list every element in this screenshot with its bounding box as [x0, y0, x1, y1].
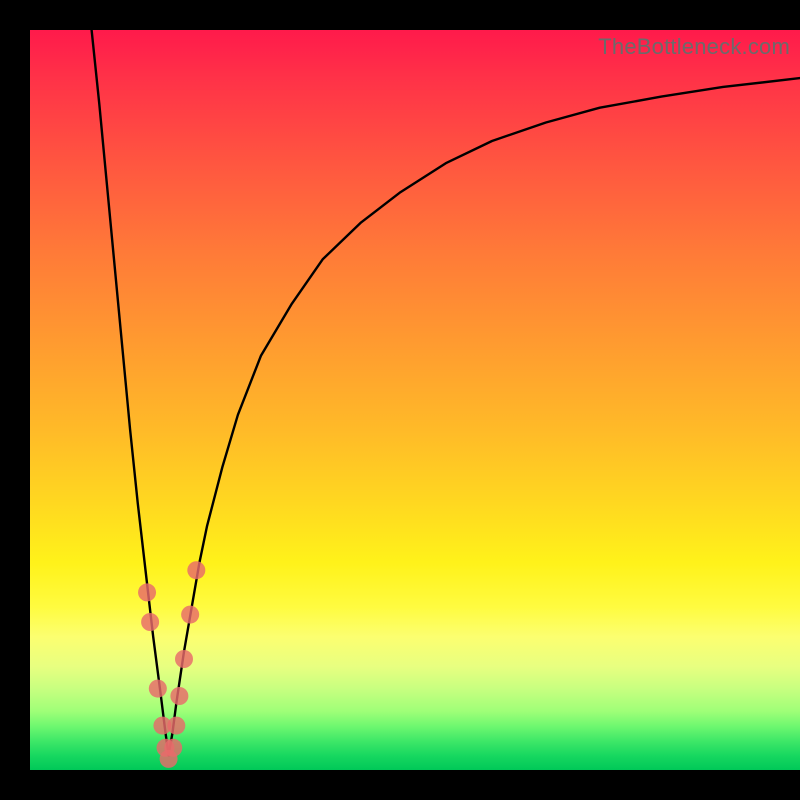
- curve-right-branch: [169, 78, 800, 755]
- data-dot: [138, 583, 156, 601]
- data-dot: [187, 561, 205, 579]
- data-dot: [149, 680, 167, 698]
- data-dot: [164, 739, 182, 757]
- chart-frame: TheBottleneck.com: [0, 0, 800, 800]
- curve-left-branch: [92, 30, 169, 755]
- data-dot: [181, 606, 199, 624]
- data-dot: [141, 613, 159, 631]
- data-dot: [167, 717, 185, 735]
- curve-layer: [30, 30, 800, 770]
- data-dot: [175, 650, 193, 668]
- plot-area: TheBottleneck.com: [30, 30, 800, 770]
- bottleneck-curve: [92, 30, 800, 755]
- data-dot: [170, 687, 188, 705]
